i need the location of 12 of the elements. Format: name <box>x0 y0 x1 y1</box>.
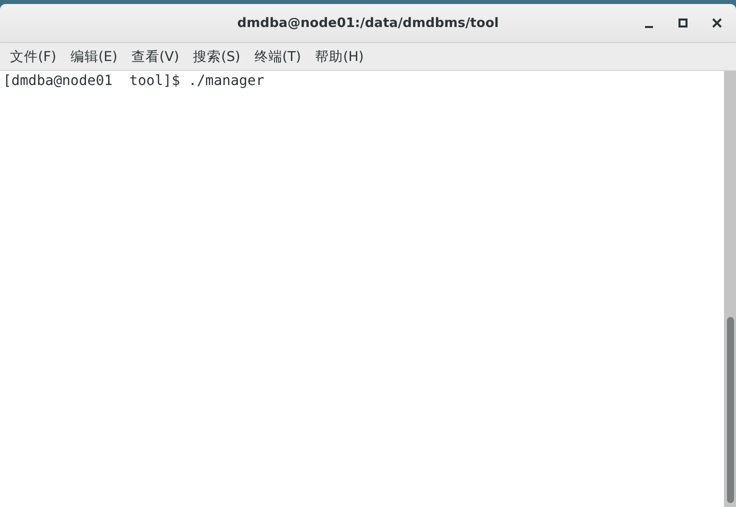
window-title: dmdba@node01:/data/dmdbms/tool <box>237 16 499 30</box>
menu-item[interactable]: 搜索(S) <box>187 46 246 68</box>
menu-item[interactable]: 编辑(E) <box>64 46 124 68</box>
menu-item[interactable]: 查看(V) <box>125 46 186 68</box>
close-icon <box>712 18 722 28</box>
terminal-line: [dmdba@node01 tool]$ ./manager <box>3 72 266 90</box>
menu-item[interactable]: 帮助(H) <box>309 46 370 68</box>
scrollbar-thumb[interactable] <box>727 317 734 503</box>
menu-item[interactable]: 终端(T) <box>248 46 308 68</box>
minimize-icon <box>645 26 653 28</box>
menu-item[interactable]: 文件(F) <box>4 46 62 68</box>
maximize-icon <box>678 18 688 28</box>
